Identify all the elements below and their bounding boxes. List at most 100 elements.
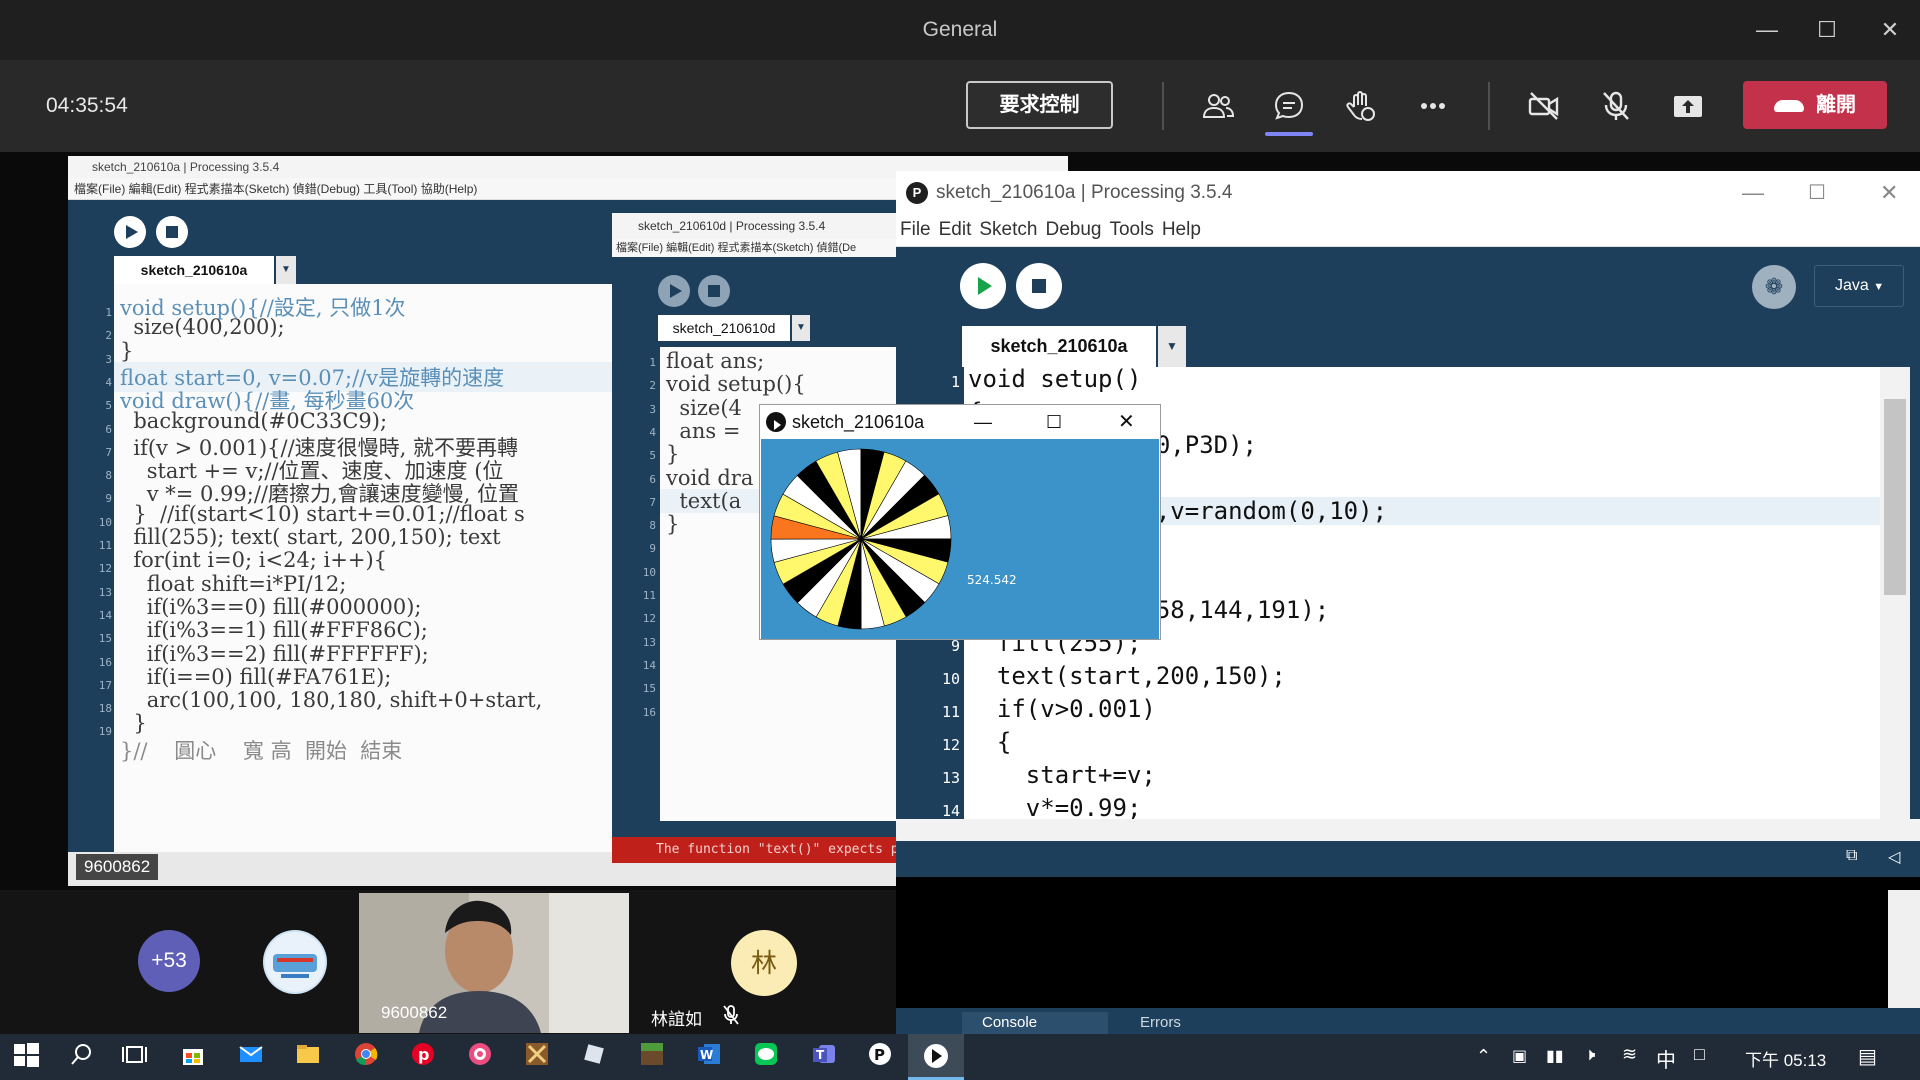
code-line: start+=v; [968, 761, 1156, 789]
menu-item-help[interactable]: Help [1162, 219, 1201, 240]
running-sketch-icon [924, 1044, 948, 1068]
console-scrollbar[interactable] [1888, 890, 1920, 1008]
menu-item-tools[interactable]: Tools [1109, 219, 1153, 240]
code-line: if(i%3==2) fill(#FFFFFF); [120, 641, 429, 666]
processing-icon[interactable]: P [864, 1041, 896, 1073]
status-bar: ⧉ ◁ [896, 841, 1920, 877]
game-icon[interactable] [521, 1041, 553, 1073]
camera-off-icon[interactable] [1522, 84, 1566, 128]
horizontal-scrollbar[interactable] [896, 819, 1920, 841]
app-icon[interactable] [464, 1041, 496, 1073]
battery-icon[interactable]: ▮▮ [1546, 1046, 1564, 1066]
stop-button[interactable] [1016, 263, 1062, 309]
window-a-status [68, 852, 680, 886]
share-icon[interactable] [1666, 84, 1710, 128]
close-icon[interactable]: ✕ [1118, 405, 1135, 439]
code-line: background(#0C33C9); [120, 408, 388, 433]
tab-menu-arrow[interactable]: ▼ [1158, 326, 1186, 367]
volume-icon[interactable]: 🕨 [1584, 1044, 1595, 1065]
menu-item-sketch[interactable]: Sketch [979, 219, 1037, 240]
avatar[interactable] [263, 930, 327, 994]
tab-menu-arrow[interactable]: ▼ [792, 315, 810, 341]
ime-mode-icon[interactable]: □ [1694, 1044, 1705, 1065]
phone-icon [1774, 99, 1804, 112]
code-line: } [120, 338, 134, 363]
chat-icon[interactable] [1265, 84, 1313, 136]
line-number: 2 [105, 329, 112, 343]
run-button[interactable] [114, 216, 146, 248]
tab-errors[interactable]: Errors [1120, 1012, 1266, 1034]
participant-video[interactable]: 9600862 [359, 893, 629, 1033]
app-icon[interactable] [578, 1041, 610, 1073]
line-number: 10 [642, 565, 656, 579]
line-number: 5 [649, 449, 656, 463]
line-number: 15 [642, 682, 656, 696]
close-icon[interactable]: ✕ [1880, 171, 1898, 215]
wifi-icon[interactable]: ≋ [1622, 1044, 1637, 1065]
notifications-icon[interactable]: ▤ [1858, 1044, 1877, 1069]
code-line: size(400,200); [120, 315, 285, 340]
chevron-up-icon[interactable]: ⌃ [1476, 1046, 1491, 1067]
ime-indicator[interactable]: 中 [1656, 1044, 1676, 1073]
run-button[interactable] [960, 263, 1006, 309]
tab-menu-arrow[interactable]: ▼ [276, 256, 296, 284]
line-number: 1 [649, 356, 656, 369]
leave-button[interactable]: 離開 [1743, 81, 1887, 129]
tab-sketch-210610d[interactable]: sketch_210610d [658, 315, 790, 341]
minimize-icon[interactable]: — [1742, 171, 1764, 215]
vertical-scrollbar[interactable] [1880, 367, 1910, 819]
minecraft-icon[interactable] [636, 1041, 668, 1073]
pinterest-icon[interactable]: p [407, 1041, 439, 1073]
code-line: }// 圓心 寬 高 開始 結束 [120, 738, 403, 763]
store-icon[interactable] [177, 1041, 209, 1073]
line-number: 13 [642, 635, 656, 649]
overflow-participants[interactable]: +53 [138, 930, 200, 992]
maximize-icon[interactable]: ☐ [1808, 171, 1826, 215]
mail-icon[interactable] [235, 1041, 267, 1073]
maximize-icon[interactable]: ☐ [1809, 14, 1845, 46]
minimize-icon[interactable]: — [1749, 14, 1785, 46]
request-control-button[interactable]: 要求控制 [966, 81, 1113, 129]
teams-icon[interactable]: T [808, 1041, 840, 1073]
people-icon[interactable] [1196, 84, 1240, 128]
file-explorer-icon[interactable] [292, 1041, 324, 1073]
copy-icon[interactable]: ⧉ [1846, 847, 1857, 865]
meet-now-icon[interactable]: ▣ [1512, 1046, 1527, 1066]
stop-button[interactable] [156, 216, 188, 248]
tab-sketch-210610a[interactable]: sketch_210610a [114, 256, 274, 284]
line-number: 15 [98, 632, 112, 646]
tab-console[interactable]: Console [962, 1012, 1108, 1034]
taskbar-active-app[interactable] [908, 1034, 964, 1080]
word-icon[interactable]: W [693, 1041, 725, 1073]
search-icon[interactable] [66, 1041, 98, 1073]
start-icon[interactable] [10, 1041, 42, 1073]
collapse-icon[interactable]: ◁ [1888, 847, 1900, 867]
window-a-editor[interactable]: void setup(){//設定, 只做1次 size(400,200);} f… [114, 284, 680, 852]
chrome-icon[interactable] [350, 1041, 382, 1073]
stop-button[interactable] [698, 275, 730, 307]
line-number: 11 [642, 589, 656, 602]
mic-off-icon[interactable] [1594, 84, 1638, 128]
minimize-icon[interactable]: — [974, 405, 992, 439]
line-number: 12 [941, 736, 960, 754]
code-line: if(v>0.001) [968, 695, 1156, 723]
clock[interactable]: 下午 05:13 [1745, 1046, 1826, 1071]
more-icon[interactable] [1411, 84, 1455, 128]
task-view-icon[interactable] [118, 1041, 150, 1073]
menu-item-edit[interactable]: Edit [939, 219, 972, 240]
maximize-icon[interactable]: ☐ [1046, 405, 1062, 439]
line-icon[interactable] [750, 1041, 782, 1073]
debugger-icon[interactable]: ❁ [1752, 265, 1796, 309]
divider [1162, 82, 1164, 130]
menu-item-file[interactable]: File [900, 219, 931, 240]
tab-sketch-210610a[interactable]: sketch_210610a [962, 326, 1156, 367]
mode-selector[interactable]: Java ▼ [1814, 265, 1904, 307]
window-a-gutter: 1 2 3 4 5 6 7 8 9 10 11 12 13 14 15 16 17 18 19 [68, 292, 114, 852]
avatar-lin[interactable]: 林 [731, 930, 797, 996]
run-button[interactable] [658, 275, 690, 307]
window-b-menu[interactable]: 檔案(File) 編輯(Edit) 程式素描本(Sketch) 偵錯(De [612, 239, 902, 257]
line-number: 11 [98, 539, 112, 552]
raise-hand-icon[interactable] [1339, 84, 1383, 128]
menu-item-debug[interactable]: Debug [1045, 219, 1101, 240]
close-icon[interactable]: ✕ [1872, 14, 1908, 46]
